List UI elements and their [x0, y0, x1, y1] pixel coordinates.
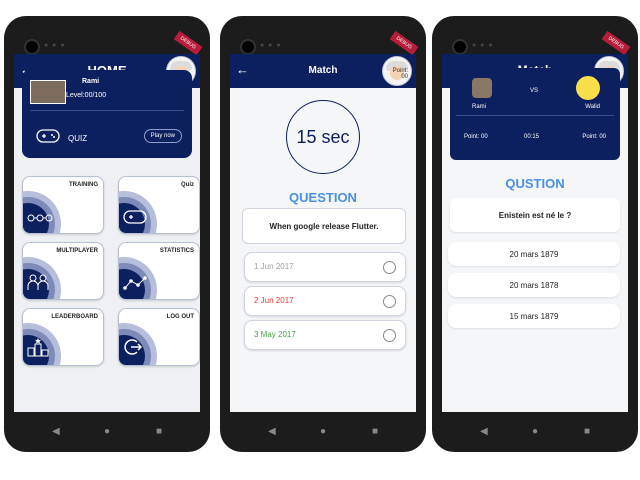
tile-multiplayer[interactable]: MULTIPLAYER: [22, 242, 104, 300]
debug-badge: DEBUG: [173, 30, 203, 56]
player1-points: Point: 00: [464, 134, 488, 140]
nav-recent-icon[interactable]: ■: [156, 426, 162, 437]
tile-label: Quiz: [181, 182, 194, 188]
chart-icon: [123, 276, 147, 290]
tile-logout[interactable]: LOG OUT: [118, 308, 200, 366]
profile-card: Rami Level:00/100 QUIZ Play now: [22, 70, 192, 158]
answer-option[interactable]: 20 mars 1878: [448, 273, 620, 297]
answer-option[interactable]: 3 May 2017: [244, 320, 406, 350]
match-screen: ← Match Point: 00 15 sec QUESTION When g…: [230, 54, 416, 412]
debug-badge: DEBUG: [389, 30, 419, 56]
profile-name: Rami: [82, 78, 100, 85]
nav-back-icon[interactable]: ◀: [480, 426, 488, 437]
android-nav-bar: ◀ ● ■: [220, 420, 426, 444]
tile-quiz[interactable]: Quiz: [118, 176, 200, 234]
podium-icon: [27, 338, 49, 357]
status-icons: ● ● ●: [260, 42, 282, 49]
camera-icon: [24, 39, 40, 55]
radio-button[interactable]: [383, 329, 396, 342]
divider: [30, 110, 184, 111]
app-bar: ← Match: [230, 54, 416, 88]
divider: [456, 115, 614, 116]
tile-label: LOG OUT: [166, 314, 194, 320]
match-screen: ← Match Rami VS Walid Point: 00 00:15 Po…: [442, 54, 628, 412]
question-heading: QUSTION: [505, 176, 565, 191]
player2-points: Point: 00: [582, 134, 606, 140]
phone-match-question: ● ● ● DEBUG ← Match Point: 00 15 sec QUE…: [220, 16, 426, 452]
nav-home-icon[interactable]: ●: [532, 426, 538, 437]
android-nav-bar: ◀ ● ■: [432, 420, 638, 444]
answer-option[interactable]: 15 mars 1879: [448, 304, 620, 328]
tile-training[interactable]: TRAINING: [22, 176, 104, 234]
option-text: 3 May 2017: [254, 330, 296, 339]
profile-picture: [30, 80, 66, 104]
camera-icon: [240, 39, 256, 55]
point-value: 00: [401, 74, 408, 80]
tile-leaderboard[interactable]: LEADERBOARD: [22, 308, 104, 366]
answer-option[interactable]: 2 Jun 2017: [244, 286, 406, 316]
countdown-timer: 15 sec: [286, 100, 360, 174]
status-icons: ● ● ●: [472, 42, 494, 49]
nav-recent-icon[interactable]: ■: [372, 426, 378, 437]
home-screen: ← HOME Rami Level:00/100 QUIZ Play now T…: [14, 54, 200, 412]
tile-label: LEADERBOARD: [51, 314, 98, 320]
training-icon: [27, 214, 53, 222]
player1-name: Rami: [472, 104, 487, 110]
profile-level: Level:00/100: [66, 92, 107, 99]
radio-button[interactable]: [383, 295, 396, 308]
android-nav-bar: ◀ ● ■: [4, 420, 210, 444]
option-text: 1 Jun 2017: [254, 262, 294, 271]
versus-card: Rami VS Walid Point: 00 00:15 Point: 00: [450, 68, 620, 160]
answer-option[interactable]: 20 mars 1879: [448, 242, 620, 266]
radio-button[interactable]: [383, 261, 396, 274]
tile-statistics[interactable]: STATISTICS: [118, 242, 200, 300]
nav-home-icon[interactable]: ●: [320, 426, 326, 437]
player1-avatar: [472, 78, 492, 98]
debug-badge: DEBUG: [601, 30, 631, 56]
point-display: Point: 00: [393, 68, 408, 80]
versus-label: VS: [530, 88, 539, 94]
tile-label: STATISTICS: [159, 248, 194, 254]
phone-home: ● ● ● DEBUG ← HOME Rami Level:00/100 QUI…: [4, 16, 210, 452]
player2-avatar: [576, 76, 600, 100]
option-text: 2 Jun 2017: [254, 296, 294, 305]
match-timer: 00:15: [524, 134, 540, 140]
nav-home-icon[interactable]: ●: [104, 426, 110, 437]
nav-back-icon[interactable]: ◀: [268, 426, 276, 437]
question-text: Enistein est né le ?: [450, 198, 620, 232]
gamepad-icon: [36, 129, 60, 143]
camera-icon: [452, 39, 468, 55]
nav-recent-icon[interactable]: ■: [584, 426, 590, 437]
play-now-button[interactable]: Play now: [143, 129, 182, 143]
logout-icon: [124, 339, 143, 355]
phone-match-multiplayer: ● ● ● DEBUG ← Match Rami VS Walid Point:…: [432, 16, 638, 452]
gamepad-icon: [123, 210, 147, 224]
nav-back-icon[interactable]: ◀: [52, 426, 60, 437]
question-heading: QUESTION: [289, 190, 357, 205]
player2-name: Walid: [585, 104, 600, 110]
tile-label: TRAINING: [69, 182, 98, 188]
people-icon: [27, 274, 49, 290]
answer-option[interactable]: 1 Jun 2017: [244, 252, 406, 282]
status-icons: ● ● ●: [44, 42, 66, 49]
tile-label: MULTIPLAYER: [56, 248, 98, 254]
question-text: When google release Flutter.: [242, 208, 406, 244]
quiz-label: QUIZ: [68, 134, 88, 143]
